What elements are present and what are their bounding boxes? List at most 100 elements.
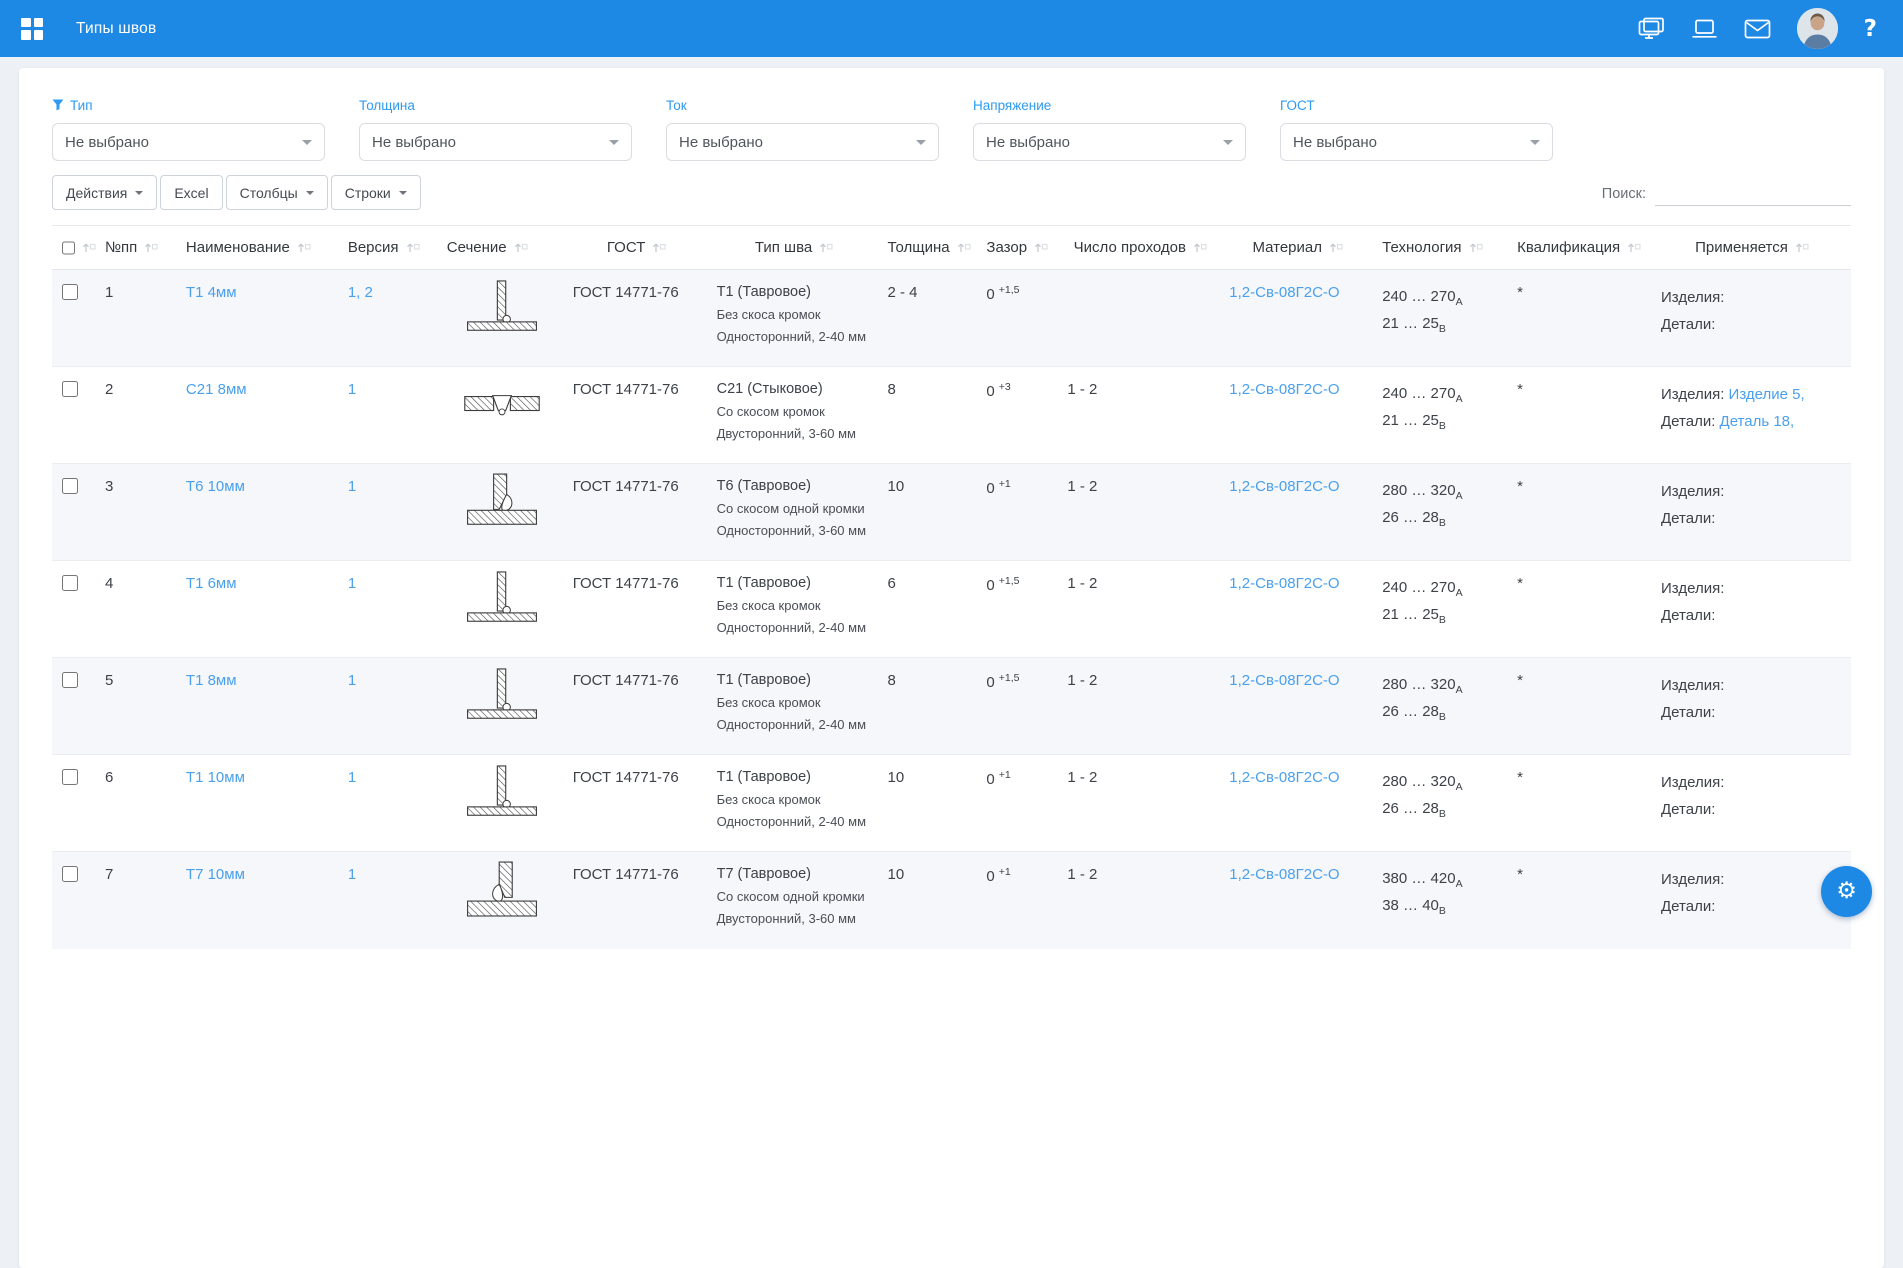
sort-icon[interactable] xyxy=(819,241,833,254)
filter-label: Тип xyxy=(70,98,93,113)
actions-button[interactable]: Действия xyxy=(52,175,157,210)
sort-icon[interactable] xyxy=(1193,241,1207,254)
section-cell xyxy=(439,367,565,464)
sort-icon[interactable] xyxy=(1469,241,1483,254)
header-num[interactable]: №пп xyxy=(97,226,178,270)
row-select-cell xyxy=(52,561,97,658)
seam-types-table: №пп Наименование Версия Сечение ГОСТ Тип… xyxy=(52,225,1851,949)
sort-icon[interactable] xyxy=(82,241,96,254)
applies-products: Изделия: xyxy=(1661,672,1843,699)
row-select-cell xyxy=(52,755,97,852)
user-avatar[interactable] xyxy=(1797,8,1838,49)
settings-fab-button[interactable]: ⚙ xyxy=(1821,866,1872,917)
header-name[interactable]: Наименование xyxy=(178,226,340,270)
seam-name-link[interactable]: Т6 10мм xyxy=(186,478,245,495)
material-link[interactable]: 1,2-Св-08Г2С-О xyxy=(1229,284,1339,301)
header-material[interactable]: Материал xyxy=(1221,226,1374,270)
thickness-cell: 8 xyxy=(879,658,978,755)
row-checkbox[interactable] xyxy=(62,575,78,591)
filter-current-select[interactable]: Не выбрано xyxy=(666,123,939,161)
header-applies[interactable]: Применяется xyxy=(1653,226,1851,270)
sort-icon[interactable] xyxy=(1034,241,1048,254)
dual-monitors-icon[interactable] xyxy=(1638,17,1665,40)
section-cell xyxy=(439,852,565,949)
row-checkbox[interactable] xyxy=(62,381,78,397)
detail-link[interactable]: Деталь 18, xyxy=(1720,413,1795,430)
seam-name-link[interactable]: Т1 8мм xyxy=(186,672,237,689)
row-select-cell xyxy=(52,658,97,755)
sort-icon[interactable] xyxy=(297,241,311,254)
version-link[interactable]: 1 xyxy=(348,381,356,398)
header-thickness[interactable]: Толщина xyxy=(879,226,978,270)
version-link[interactable]: 1 xyxy=(348,478,356,495)
seam-name-link[interactable]: С21 8мм xyxy=(186,381,247,398)
version-link[interactable]: 1 xyxy=(348,769,356,786)
gap-tolerance: +1,5 xyxy=(999,672,1020,684)
material-link[interactable]: 1,2-Св-08Г2С-О xyxy=(1229,769,1339,786)
material-link[interactable]: 1,2-Св-08Г2С-О xyxy=(1229,575,1339,592)
material-link[interactable]: 1,2-Св-08Г2С-О xyxy=(1229,672,1339,689)
seam-name-link[interactable]: Т1 4мм xyxy=(186,284,237,301)
row-number-cell: 2 xyxy=(97,367,178,464)
gear-icon: ⚙ xyxy=(1836,880,1857,903)
version-link[interactable]: 1 xyxy=(348,672,356,689)
material-link[interactable]: 1,2-Св-08Г2С-О xyxy=(1229,478,1339,495)
caret-down-icon xyxy=(399,191,407,195)
help-icon[interactable]: ? xyxy=(1864,16,1877,42)
sort-icon[interactable] xyxy=(1627,241,1641,254)
applies-products: Изделия: xyxy=(1661,478,1843,505)
seam-name-link[interactable]: Т1 10мм xyxy=(186,769,245,786)
sort-icon[interactable] xyxy=(652,241,666,254)
header-select-all[interactable] xyxy=(52,226,97,270)
version-link[interactable]: 1, 2 xyxy=(348,284,373,301)
header-passes[interactable]: Число проходов xyxy=(1059,226,1221,270)
product-link[interactable]: Изделие 5, xyxy=(1729,386,1805,403)
mail-icon[interactable] xyxy=(1744,19,1771,39)
apps-grid-icon[interactable] xyxy=(21,18,43,40)
sort-icon[interactable] xyxy=(1795,241,1809,254)
row-checkbox[interactable] xyxy=(62,769,78,785)
gap-tolerance: +3 xyxy=(999,381,1011,393)
row-checkbox[interactable] xyxy=(62,478,78,494)
search-input[interactable] xyxy=(1655,182,1851,206)
filter-voltage-select[interactable]: Не выбрано xyxy=(973,123,1246,161)
row-checkbox[interactable] xyxy=(62,284,78,300)
sort-icon[interactable] xyxy=(1329,241,1343,254)
header-qualification[interactable]: Квалификация xyxy=(1509,226,1653,270)
select-all-checkbox[interactable] xyxy=(62,240,75,256)
row-checkbox[interactable] xyxy=(62,672,78,688)
section-drawing-tee xyxy=(462,323,542,340)
sort-icon[interactable] xyxy=(514,241,528,254)
filter-thickness-select[interactable]: Не выбрано xyxy=(359,123,632,161)
technology-cell: 240 … 270А21 … 25В xyxy=(1374,367,1509,464)
material-link[interactable]: 1,2-Св-08Г2С-О xyxy=(1229,381,1339,398)
header-version[interactable]: Версия xyxy=(340,226,439,270)
excel-button[interactable]: Excel xyxy=(160,175,222,210)
sort-icon[interactable] xyxy=(957,241,971,254)
sort-icon[interactable] xyxy=(144,241,158,254)
material-link[interactable]: 1,2-Св-08Г2С-О xyxy=(1229,866,1339,883)
filter-gost-select[interactable]: Не выбрано xyxy=(1280,123,1553,161)
row-checkbox[interactable] xyxy=(62,866,78,882)
top-bar: Типы швов xyxy=(0,0,1903,57)
technology-cell: 240 … 270А21 … 25В xyxy=(1374,270,1509,367)
rows-button[interactable]: Строки xyxy=(331,175,421,210)
version-link[interactable]: 1 xyxy=(348,575,356,592)
header-section[interactable]: Сечение xyxy=(439,226,565,270)
technology-cell: 380 … 420А38 … 40В xyxy=(1374,852,1509,949)
gost-cell: ГОСТ 14771-76 xyxy=(565,270,709,367)
header-gost[interactable]: ГОСТ xyxy=(565,226,709,270)
applies-details: Детали: xyxy=(1661,602,1843,629)
gost-cell: ГОСТ 14771-76 xyxy=(565,852,709,949)
seam-name-link[interactable]: Т7 10мм xyxy=(186,866,245,883)
sort-icon[interactable] xyxy=(406,241,420,254)
header-gap[interactable]: Зазор xyxy=(978,226,1059,270)
header-technology[interactable]: Технология xyxy=(1374,226,1509,270)
header-seam-type[interactable]: Тип шва xyxy=(709,226,880,270)
laptop-icon[interactable] xyxy=(1691,19,1718,39)
columns-button[interactable]: Столбцы xyxy=(226,175,328,210)
version-link[interactable]: 1 xyxy=(348,866,356,883)
seam-name-link[interactable]: Т1 6мм xyxy=(186,575,237,592)
filter-type-select[interactable]: Не выбрано xyxy=(52,123,325,161)
seam-name-cell: С21 8мм xyxy=(178,367,340,464)
